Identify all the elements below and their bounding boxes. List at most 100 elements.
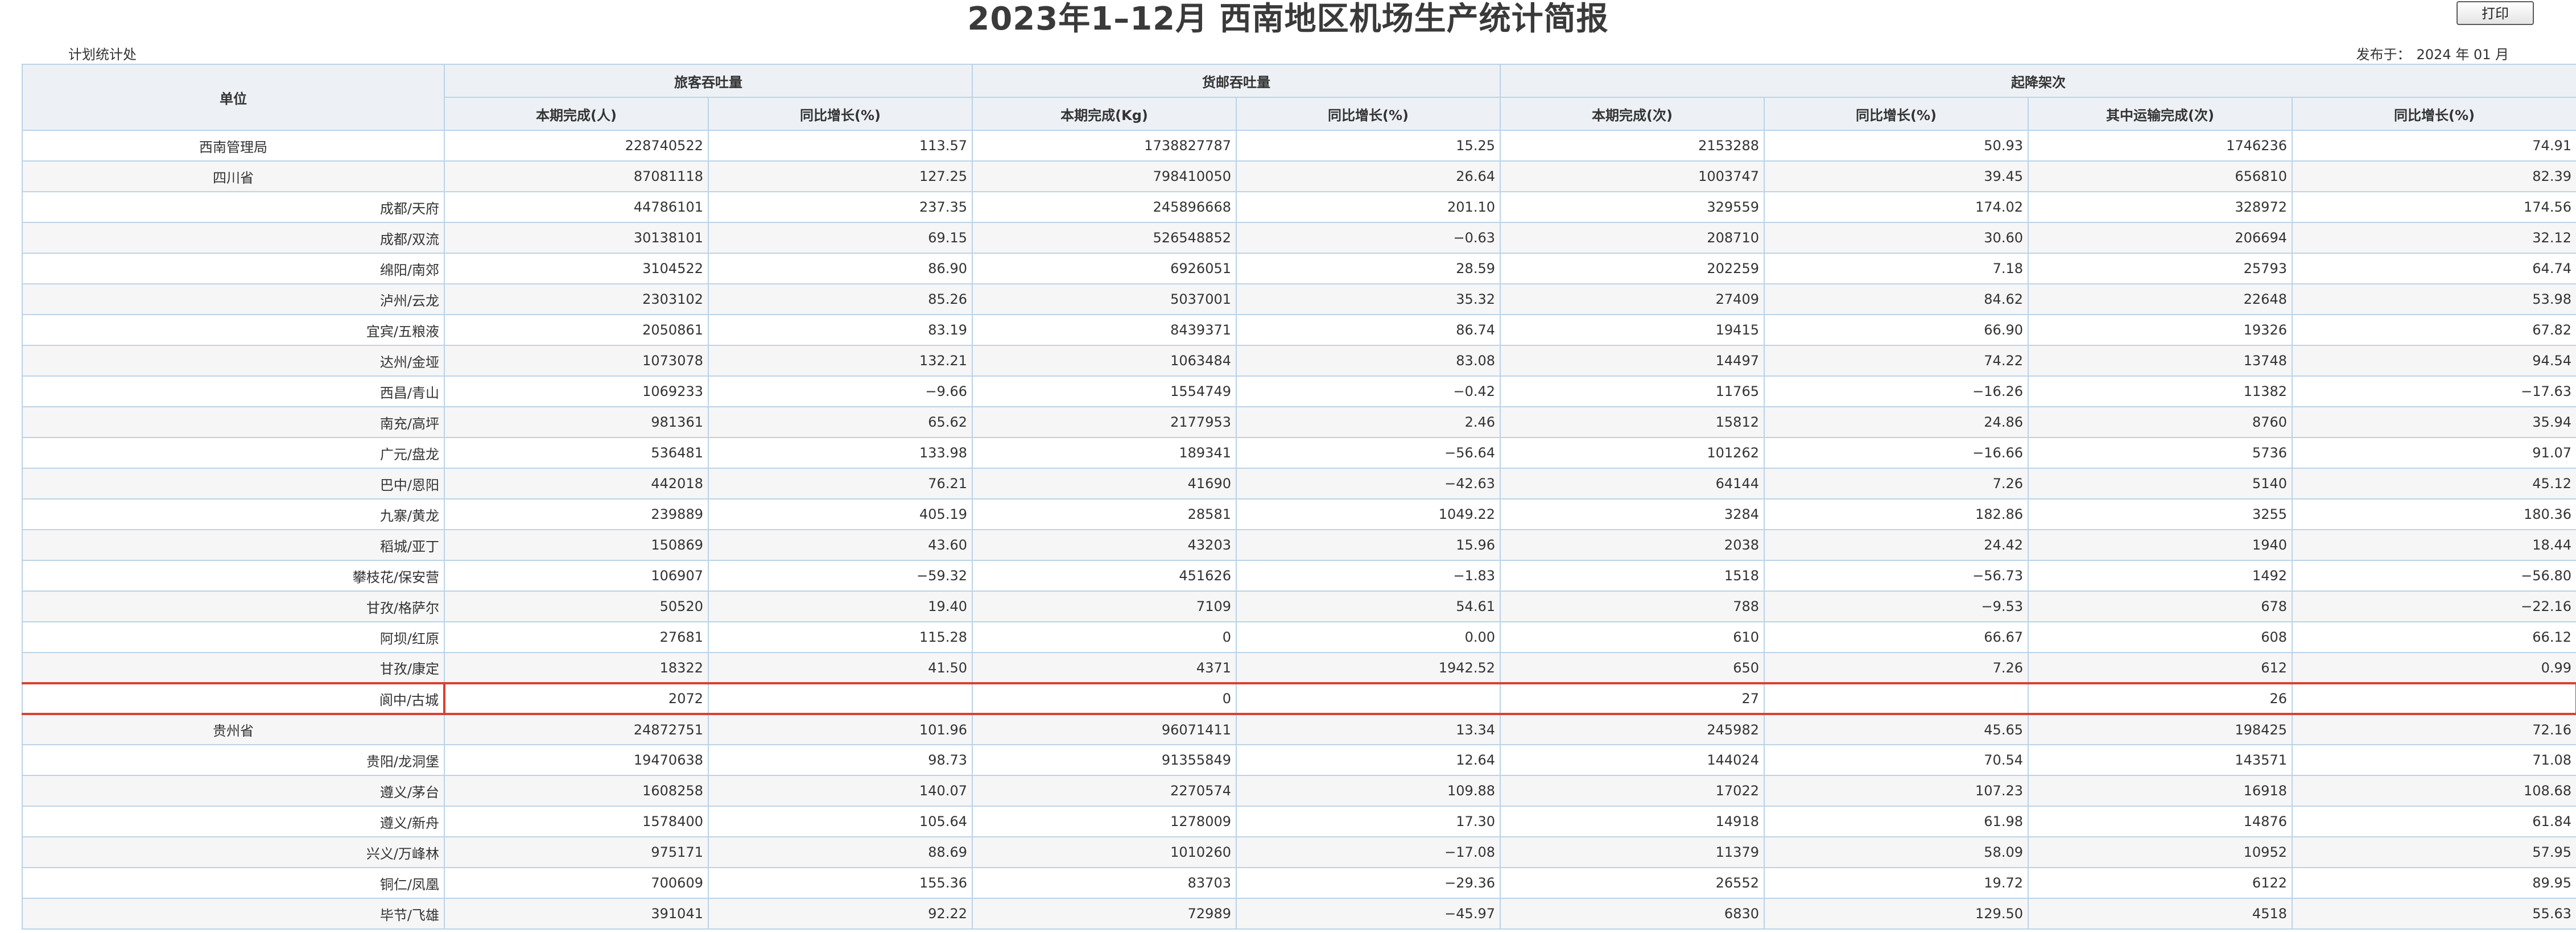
value-cell: 208710 <box>1500 222 1765 254</box>
value-cell: 87081118 <box>444 160 709 192</box>
value-cell: 19470638 <box>444 744 709 776</box>
value-cell: 17.30 <box>1236 806 1501 837</box>
unit-name-cell: 甘孜/格萨尔 <box>22 591 445 622</box>
value-cell: 975171 <box>444 836 709 868</box>
value-cell: 72.16 <box>2292 713 2576 745</box>
value-cell: 91355849 <box>972 744 1237 776</box>
value-cell: 6926051 <box>972 253 1237 284</box>
value-cell: 57.95 <box>2292 836 2576 868</box>
value-cell: 96071411 <box>972 713 1237 745</box>
value-cell: 2177953 <box>972 406 1237 438</box>
table-row: 铜仁/凤凰 700609 155.36 83703 −29.36 26552 19.72 61… <box>22 867 2576 899</box>
value-cell: 83703 <box>972 867 1237 899</box>
table-row: 贵州省 24872751 101.96 96071411 13.34 245982 45.6… <box>22 713 2576 745</box>
value-cell: 612 <box>2028 652 2293 684</box>
value-cell: 11765 <box>1500 375 1765 407</box>
publish-date: 2024 年 01 月 <box>2416 47 2509 63</box>
value-cell: 1049.22 <box>1236 498 1501 530</box>
value-cell: 108.68 <box>2292 775 2576 807</box>
table-row: 九寨/黄龙 239889 405.19 28581 1049.22 3284 182.86 3… <box>22 498 2576 530</box>
passenger-group-header: 旅客吞吐量 <box>444 64 973 98</box>
value-cell: 26.64 <box>1236 160 1501 192</box>
value-cell: 91.07 <box>2292 437 2576 469</box>
table-row: 西南管理局 228740522 113.57 1738827787 15.25 21532… <box>22 130 2576 162</box>
column-header: 其中运输完成(次) <box>2028 97 2293 131</box>
value-cell: 88.69 <box>708 836 973 868</box>
table-row: 兴义/万峰林 975171 88.69 1010260 −17.08 11379 58.09… <box>22 836 2576 868</box>
value-cell: −0.63 <box>1236 222 1501 254</box>
value-cell: 35.94 <box>2292 406 2576 438</box>
value-cell: 15812 <box>1500 406 1765 438</box>
value-cell: 30138101 <box>444 222 709 254</box>
value-cell: 1738827787 <box>972 130 1237 162</box>
value-cell: 113.57 <box>708 130 973 162</box>
value-cell: 32.12 <box>2292 222 2576 254</box>
value-cell <box>708 682 973 715</box>
cargo-group-header: 货邮吞吐量 <box>972 64 1501 98</box>
value-cell: −17.08 <box>1236 836 1501 868</box>
unit-name-cell: 西南管理局 <box>22 130 445 162</box>
value-cell: 64144 <box>1500 468 1765 499</box>
value-cell: −42.63 <box>1236 468 1501 499</box>
unit-name-cell: 攀枝花/保安营 <box>22 560 445 592</box>
value-cell: −1.83 <box>1236 560 1501 592</box>
value-cell: 8760 <box>2028 406 2293 438</box>
value-cell: 39.45 <box>1764 160 2029 192</box>
value-cell: 105.64 <box>708 806 973 837</box>
table-row: 成都/天府 44786101 237.35 245896668 201.10 329559… <box>22 191 2576 223</box>
value-cell: 66.12 <box>2292 621 2576 653</box>
value-cell: 198425 <box>2028 713 2293 745</box>
value-cell: 798410050 <box>972 160 1237 192</box>
unit-name-cell: 甘孜/康定 <box>22 652 445 684</box>
unit-name-cell: 毕节/飞雄 <box>22 898 445 930</box>
value-cell: 174.56 <box>2292 191 2576 223</box>
value-cell: −56.80 <box>2292 560 2576 592</box>
value-cell: 3104522 <box>444 253 709 284</box>
department-label: 计划统计处 <box>68 47 137 63</box>
value-cell: 5736 <box>2028 437 2293 469</box>
value-cell: 202259 <box>1500 253 1765 284</box>
value-cell: 2050861 <box>444 314 709 346</box>
value-cell: 28581 <box>972 498 1237 530</box>
value-cell: 101262 <box>1500 437 1765 469</box>
publish-label: 发布于： <box>2356 47 2411 63</box>
value-cell: 228740522 <box>444 130 709 162</box>
value-cell: 84.62 <box>1764 283 2029 315</box>
value-cell: 1063484 <box>972 345 1237 377</box>
print-button[interactable]: 打印 <box>2457 1 2534 25</box>
value-cell: −0.42 <box>1236 375 1501 407</box>
value-cell: 2153288 <box>1500 130 1765 162</box>
value-cell: 14497 <box>1500 345 1765 377</box>
value-cell: 182.86 <box>1764 498 2029 530</box>
value-cell: 92.22 <box>708 898 973 930</box>
value-cell: 5037001 <box>972 283 1237 315</box>
value-cell: 15.96 <box>1236 529 1501 561</box>
value-cell: 70.54 <box>1764 744 2029 776</box>
value-cell: 83.19 <box>708 314 973 346</box>
value-cell: 150869 <box>444 529 709 561</box>
value-cell: 7.26 <box>1764 652 2029 684</box>
value-cell: −9.66 <box>708 375 973 407</box>
unit-name-cell: 巴中/恩阳 <box>22 468 445 499</box>
value-cell: 11382 <box>2028 375 2293 407</box>
value-cell: 1003747 <box>1500 160 1765 192</box>
table-row: 绵阳/南郊 3104522 86.90 6926051 28.59 202259 7.18 2… <box>22 253 2576 284</box>
value-cell: 13748 <box>2028 345 2293 377</box>
value-cell: 3255 <box>2028 498 2293 530</box>
value-cell: 4371 <box>972 652 1237 684</box>
unit-name-cell: 达州/金垭 <box>22 345 445 377</box>
table-row: 毕节/飞雄 391041 92.22 72989 −45.97 6830 129.50 451… <box>22 898 2576 930</box>
table-row: 宜宾/五粮液 2050861 83.19 8439371 86.74 19415 66.90… <box>22 314 2576 346</box>
table-row: 阿坝/红原 27681 115.28 0 0.00 610 66.67 608 66.12 <box>22 621 2576 653</box>
value-cell: 1518 <box>1500 560 1765 592</box>
value-cell: 107.23 <box>1764 775 2029 807</box>
value-cell: 206694 <box>2028 222 2293 254</box>
value-cell: 451626 <box>972 560 1237 592</box>
value-cell: 328972 <box>2028 191 2293 223</box>
value-cell: 18322 <box>444 652 709 684</box>
unit-name-cell: 九寨/黄龙 <box>22 498 445 530</box>
value-cell: 245982 <box>1500 713 1765 745</box>
value-cell: 1578400 <box>444 806 709 837</box>
unit-name-cell: 绵阳/南郊 <box>22 253 445 284</box>
column-header: 本期完成(次) <box>1500 97 1765 131</box>
